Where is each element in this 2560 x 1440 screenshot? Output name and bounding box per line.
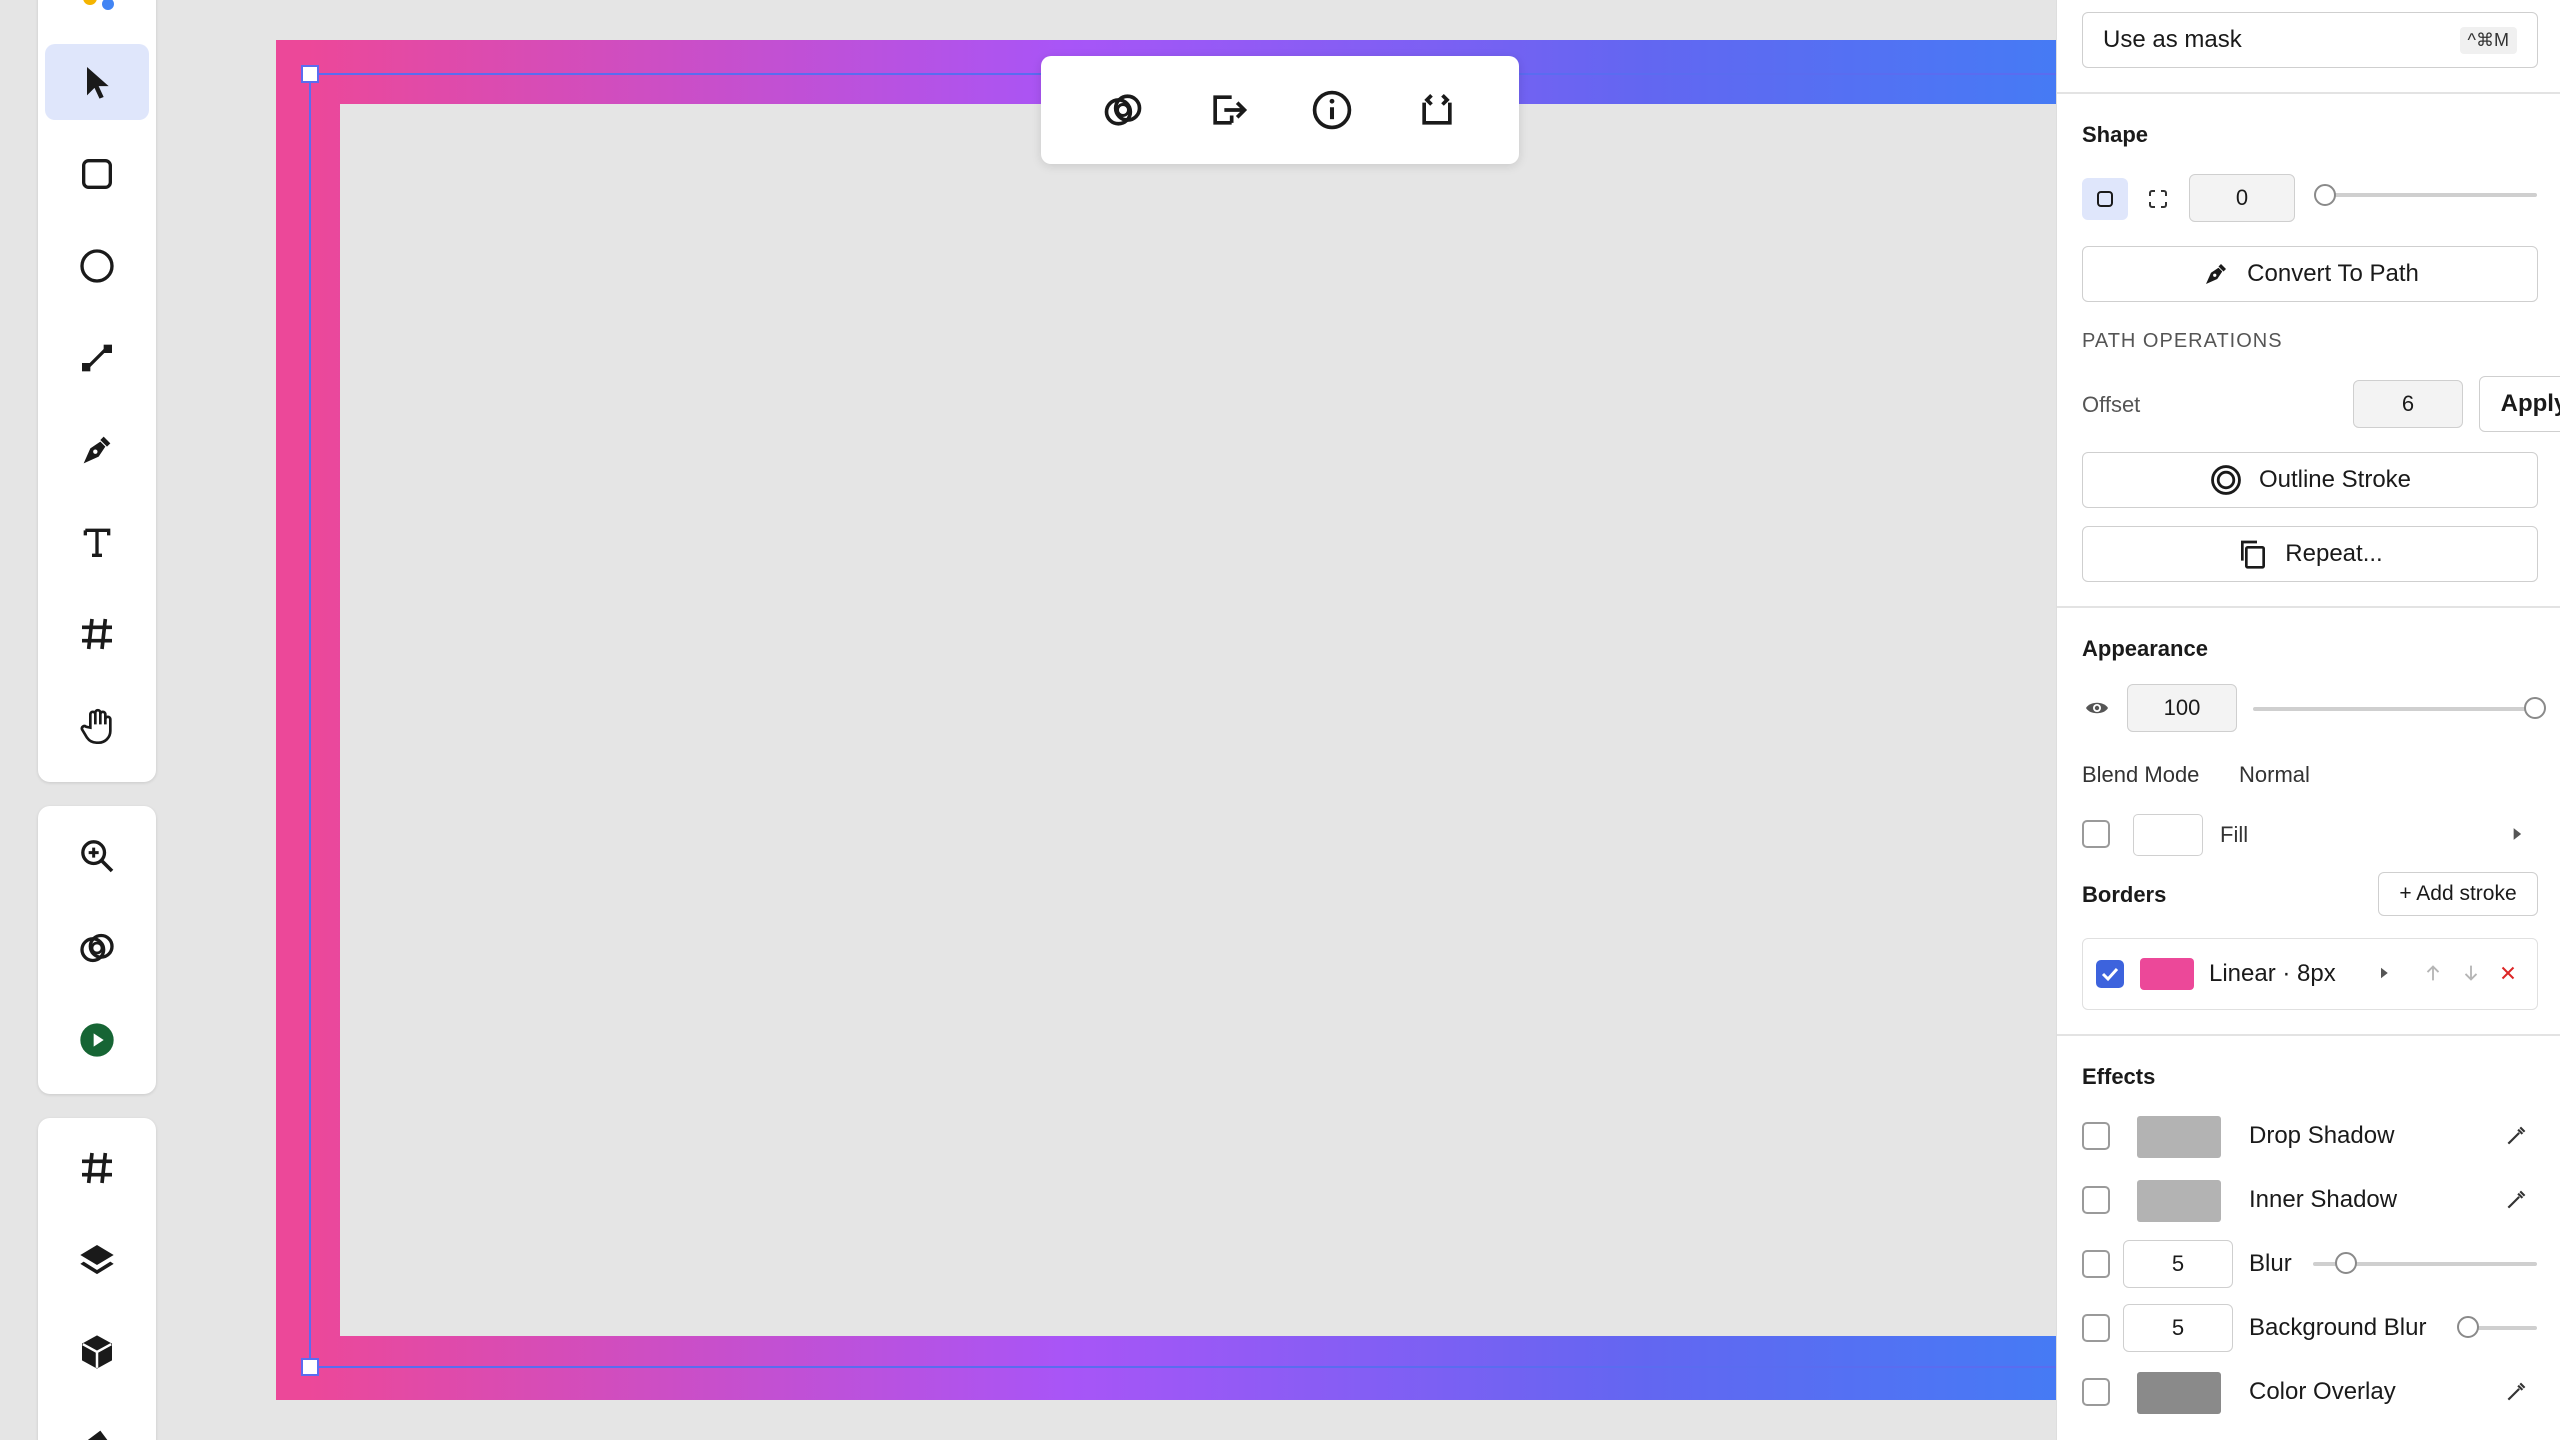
corner-uniform-toggle[interactable] [2082, 178, 2128, 220]
pen-nib-icon [2206, 264, 2227, 284]
fill-label: Fill [2220, 822, 2249, 847]
opacity-slider-track[interactable] [2253, 707, 2537, 711]
use-as-mask-button[interactable]: Use as mask ^⌘M [2082, 12, 2538, 68]
resize-handle-bottom-left[interactable] [301, 1358, 319, 1376]
eyedropper-icon[interactable] [2504, 1378, 2530, 1404]
path-operations-title: PATH OPERATIONS [2082, 330, 2283, 352]
background-blur-label: Background Blur [2249, 1314, 2427, 1341]
corner-individual-toggle[interactable] [2135, 178, 2181, 220]
selected-rectangle-shape[interactable] [276, 40, 2056, 1400]
caret-right-icon[interactable] [2375, 964, 2393, 982]
selection-bottom-edge [309, 1366, 2056, 1368]
blend-mode-select[interactable]: Normal [2239, 762, 2310, 788]
code-embed-button[interactable] [1407, 80, 1467, 140]
apply-offset-button[interactable]: Apply [2479, 376, 2560, 432]
boolean-icon [1104, 94, 1142, 126]
borders-section-title: Borders [2082, 882, 2167, 907]
rounded-square-icon [2097, 191, 2113, 207]
color-overlay-swatch[interactable] [2137, 1372, 2221, 1414]
effects-section-title: Effects [2082, 1064, 2156, 1089]
divider [2057, 92, 2560, 94]
background-blur-amount-input[interactable]: 5 [2123, 1304, 2233, 1352]
context-toolbar [1041, 56, 1519, 164]
outline-stroke-label: Outline Stroke [2258, 466, 2412, 493]
blur-slider-knob[interactable] [2335, 1252, 2357, 1274]
remove-stroke-icon[interactable] [2497, 962, 2519, 984]
eyedropper-icon[interactable] [2504, 1122, 2530, 1148]
selection-left-edge [309, 73, 311, 1367]
properties-panel: Use as mask ^⌘M Shape 0 Convert To Path … [2056, 0, 2560, 1440]
blur-label: Blur [2249, 1250, 2292, 1277]
arrow-up-icon[interactable] [2422, 962, 2444, 984]
boolean-button[interactable] [1093, 80, 1153, 140]
outline-ring-icon [2211, 465, 2241, 495]
stroke-enabled-checkbox[interactable] [2096, 960, 2124, 988]
export-icon [1213, 95, 1247, 125]
caret-right-icon[interactable] [2507, 824, 2527, 844]
inner-shadow-checkbox[interactable] [2082, 1186, 2110, 1214]
offset-input[interactable]: 6 [2353, 380, 2463, 428]
mask-shortcut: ^⌘M [2459, 26, 2517, 54]
convert-to-path-button[interactable]: Convert To Path [2082, 246, 2538, 302]
drop-shadow-swatch[interactable] [2137, 1116, 2221, 1158]
background-blur-slider-knob[interactable] [2457, 1316, 2479, 1338]
color-overlay-checkbox[interactable] [2082, 1378, 2110, 1406]
blur-amount-input[interactable]: 5 [2123, 1240, 2233, 1288]
arrow-down-icon[interactable] [2460, 962, 2482, 984]
opacity-slider-knob[interactable] [2524, 697, 2546, 719]
drop-shadow-label: Drop Shadow [2249, 1122, 2395, 1149]
export-button[interactable] [1198, 80, 1258, 140]
eyedropper-icon[interactable] [2504, 1186, 2530, 1212]
stroke-color-swatch[interactable] [2140, 958, 2194, 990]
blend-mode-label: Blend Mode [2082, 762, 2200, 787]
resize-handle-top-left[interactable] [301, 65, 319, 83]
drop-shadow-checkbox[interactable] [2082, 1122, 2110, 1150]
blur-checkbox[interactable] [2082, 1250, 2110, 1278]
repeat-button[interactable]: Repeat... [2082, 526, 2538, 582]
color-overlay-label: Color Overlay [2249, 1378, 2396, 1405]
offset-label: Offset [2082, 392, 2141, 417]
eye-icon[interactable] [2082, 696, 2112, 720]
design-canvas[interactable] [0, 0, 2056, 1440]
use-as-mask-label: Use as mask [2103, 26, 2242, 53]
background-blur-checkbox[interactable] [2082, 1314, 2110, 1342]
code-embed-icon [1422, 94, 1452, 125]
inner-shadow-swatch[interactable] [2137, 1180, 2221, 1222]
info-icon [1313, 90, 1352, 130]
checkmark-icon [2101, 967, 2119, 982]
repeat-label: Repeat... [2285, 540, 2383, 567]
appearance-section-title: Appearance [2082, 636, 2208, 661]
corner-radius-slider-track[interactable] [2323, 193, 2537, 197]
add-stroke-button[interactable]: + Add stroke [2378, 872, 2538, 916]
shape-section-title: Shape [2082, 122, 2149, 147]
fill-color-swatch[interactable] [2133, 814, 2203, 856]
divider [2057, 1034, 2560, 1036]
inner-shadow-label: Inner Shadow [2249, 1186, 2398, 1213]
info-button[interactable] [1302, 80, 1362, 140]
fill-checkbox[interactable] [2082, 820, 2110, 848]
divider [2057, 606, 2560, 608]
convert-to-path-label: Convert To Path [2247, 260, 2419, 287]
copy-icon [2241, 540, 2266, 569]
opacity-input[interactable]: 100 [2127, 684, 2237, 732]
outline-stroke-button[interactable]: Outline Stroke [2082, 452, 2538, 508]
corner-radius-slider-knob[interactable] [2314, 184, 2336, 206]
stroke-type-label[interactable]: Linear · 8px [2209, 960, 2336, 988]
corner-radius-input[interactable]: 0 [2189, 174, 2295, 222]
corners-icon [2149, 190, 2167, 208]
